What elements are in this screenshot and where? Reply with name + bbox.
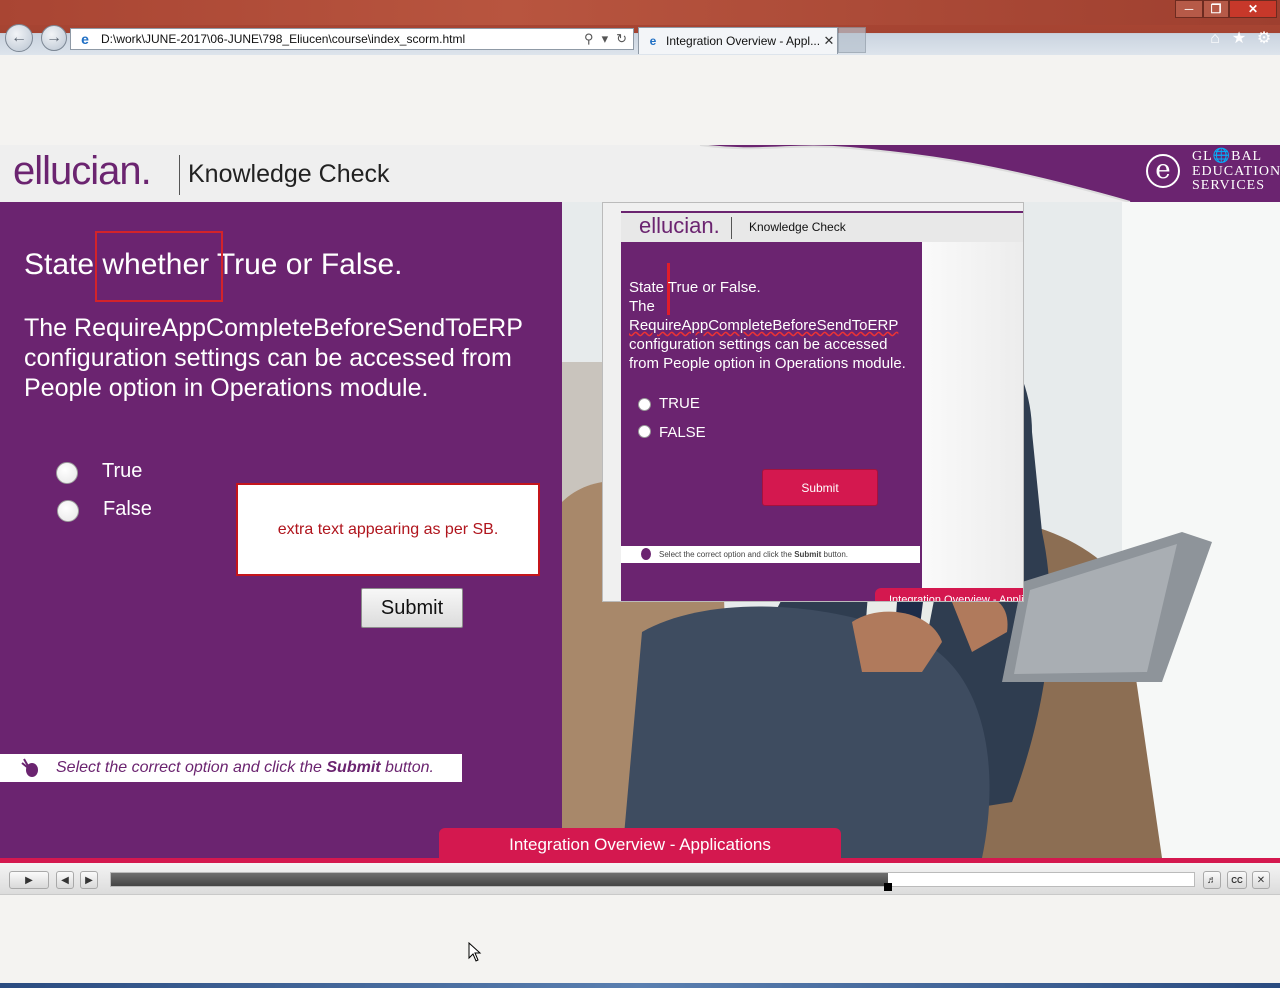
forward-button[interactable]: → bbox=[41, 25, 67, 51]
instruction-prefix: Select the correct option and click the bbox=[56, 759, 327, 776]
cc-icon: CC bbox=[1231, 875, 1243, 885]
search-icon[interactable]: ⚲ bbox=[584, 31, 594, 47]
player-close-button[interactable]: ✕ bbox=[1252, 871, 1270, 889]
course-footer-tab: Integration Overview - Applications bbox=[439, 828, 841, 862]
review-note-text: extra text appearing as per SB. bbox=[277, 520, 499, 538]
volume-button[interactable]: ♬ bbox=[1203, 871, 1221, 889]
play-icon: ▶ bbox=[25, 874, 33, 886]
address-text[interactable]: D:\work\JUNE-2017\06-JUNE\798_Eliucen\co… bbox=[101, 32, 584, 46]
submit-button[interactable]: Submit bbox=[361, 588, 463, 628]
inner-photo bbox=[922, 242, 1023, 592]
ellucian-logo: ellucian. bbox=[13, 149, 152, 193]
cc-button[interactable]: CC bbox=[1227, 871, 1247, 889]
instruction-bold: Submit bbox=[326, 759, 381, 776]
inner-footer-tab: Integration Overview - Appli bbox=[875, 588, 1023, 601]
volume-icon: ♬ bbox=[1207, 874, 1217, 886]
settings-icon[interactable]: ⚙ bbox=[1255, 30, 1273, 48]
ie-page-icon: e bbox=[649, 34, 657, 48]
inner-title: Knowledge Check bbox=[749, 220, 846, 234]
inner-option-false: FALSE bbox=[659, 424, 706, 441]
next-button[interactable]: ▶ bbox=[80, 871, 98, 889]
title-bar bbox=[0, 0, 1280, 25]
mouse-click-icon bbox=[20, 757, 42, 779]
radio-true[interactable] bbox=[56, 462, 78, 484]
taskbar-strip bbox=[0, 983, 1280, 988]
favorites-icon[interactable]: ★ bbox=[1230, 30, 1248, 48]
option-false-label[interactable]: False bbox=[103, 498, 152, 521]
refresh-icon[interactable]: ↻ bbox=[616, 31, 627, 47]
address-bar[interactable]: e D:\work\JUNE-2017\06-JUNE\798_Eliucen\… bbox=[70, 28, 634, 50]
back-button[interactable]: ← bbox=[5, 24, 33, 52]
review-highlight-box bbox=[95, 231, 223, 302]
tab-label: Integration Overview - Appl... bbox=[666, 34, 821, 48]
inner-option-true: TRUE bbox=[659, 395, 700, 412]
play-button[interactable]: ▶ bbox=[9, 871, 49, 889]
progress-bar[interactable] bbox=[110, 872, 1195, 891]
instruction-bar: Select the correct option and click the … bbox=[0, 754, 462, 782]
question-text: The RequireAppCompleteBeforeSendToERP co… bbox=[24, 314, 523, 402]
option-true-label[interactable]: True bbox=[102, 460, 142, 483]
radio-false[interactable] bbox=[57, 500, 79, 522]
inner-submit-button: Submit bbox=[762, 469, 878, 506]
inner-radio-false bbox=[638, 425, 651, 438]
close-window-button[interactable]: ✕ bbox=[1229, 0, 1277, 18]
global-education-services-logo: e GL🌐BAL EDUCATION SERVICES bbox=[1140, 148, 1280, 198]
inner-mouse-icon bbox=[641, 548, 651, 560]
inner-instruction-bar: Select the correct option and click the … bbox=[621, 546, 920, 563]
inner-header-divider bbox=[731, 217, 732, 239]
prev-button[interactable]: ◀ bbox=[56, 871, 74, 889]
mouse-cursor-icon bbox=[468, 942, 482, 962]
dropdown-icon[interactable]: ▾ bbox=[602, 31, 609, 47]
new-tab-button[interactable] bbox=[838, 27, 866, 53]
inner-header: ellucian. Knowledge Check bbox=[621, 211, 1023, 242]
browser-tab-active[interactable]: e Integration Overview - Appl... ✕ bbox=[638, 27, 838, 54]
ges-logo-text: GL🌐BAL EDUCATION SERVICES bbox=[1192, 149, 1280, 193]
review-note-box: extra text appearing as per SB. bbox=[236, 483, 540, 576]
next-icon: ▶ bbox=[85, 874, 93, 886]
close-icon: ✕ bbox=[1256, 874, 1266, 886]
progress-fill bbox=[111, 873, 888, 886]
inner-question-text: State True or False. The RequireAppCompl… bbox=[629, 279, 906, 372]
ie-page-icon: e bbox=[81, 31, 89, 47]
close-icon: ✕ bbox=[1247, 2, 1259, 16]
tab-close-icon[interactable]: ✕ bbox=[821, 33, 837, 49]
page-title: Knowledge Check bbox=[188, 160, 390, 188]
minimize-icon: ─ bbox=[1184, 2, 1194, 16]
forward-icon: → bbox=[46, 29, 62, 46]
inner-ellucian-logo: ellucian. bbox=[639, 213, 720, 238]
minimize-button[interactable]: ─ bbox=[1175, 0, 1203, 18]
inner-radio-true bbox=[638, 398, 651, 411]
embedded-storyboard-screenshot: ellucian. Knowledge Check State True or … bbox=[602, 202, 1024, 602]
progress-thumb[interactable] bbox=[883, 883, 892, 891]
prev-icon: ◀ bbox=[61, 874, 69, 886]
ges-e-icon: e bbox=[1146, 154, 1180, 188]
maximize-button[interactable]: ❐ bbox=[1203, 0, 1229, 18]
back-icon: ← bbox=[11, 29, 27, 46]
instruction-suffix: button. bbox=[380, 759, 434, 776]
maximize-icon: ❐ bbox=[1210, 2, 1222, 16]
home-icon[interactable]: ⌂ bbox=[1206, 30, 1224, 48]
header-divider bbox=[179, 155, 180, 195]
